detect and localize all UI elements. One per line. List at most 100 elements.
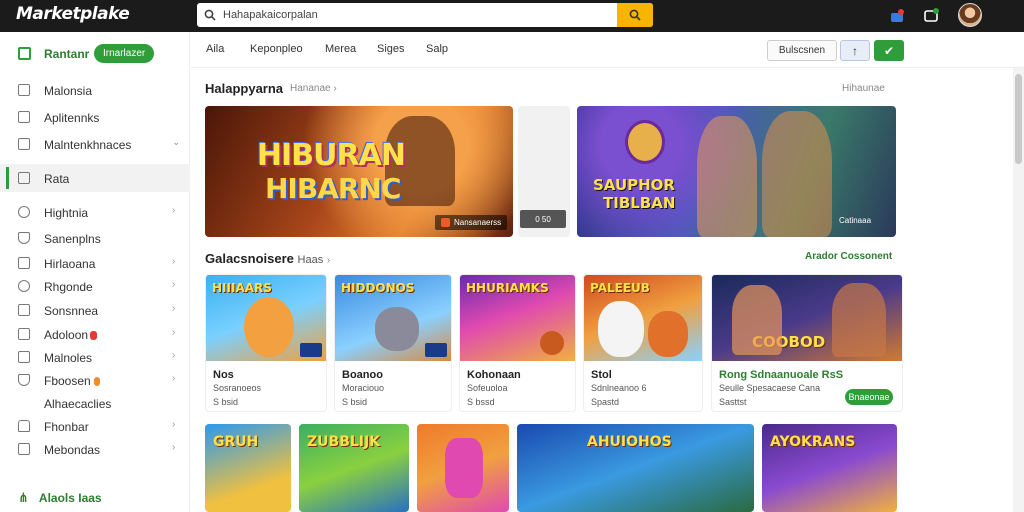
scrollbar-thumb[interactable] (1015, 74, 1022, 164)
sidebar-item[interactable]: Alhaecaclies (0, 392, 190, 414)
edit-icon (18, 328, 30, 340)
card-meta: Seulle Spesacaese Cana (719, 383, 821, 393)
sidebar-item[interactable]: Mebondas › (0, 438, 190, 460)
circle-icon (18, 206, 30, 218)
character-figure (375, 307, 419, 351)
card-thumbnail: COOBOD (712, 275, 902, 361)
message-icon[interactable] (920, 5, 942, 27)
sidebar-item[interactable]: Aplitennks (0, 106, 190, 128)
sidebar-item[interactable]: Rhgonde › (0, 275, 190, 297)
sidebar-item-active[interactable]: Rata (0, 164, 190, 192)
sidebar-item[interactable]: Hirlaoana › (0, 252, 190, 274)
tab-siges[interactable]: Siges (377, 43, 405, 55)
chevron-right-icon: › (172, 205, 176, 216)
card-title: Boanoo (342, 369, 383, 381)
tab-salp[interactable]: Salp (426, 43, 448, 55)
notification-icon[interactable] (886, 5, 908, 27)
search-bar[interactable] (197, 3, 653, 27)
scrollbar[interactable] (1013, 68, 1024, 512)
list-icon (18, 138, 30, 150)
avatar[interactable] (958, 3, 982, 27)
card-price: S bsid (213, 397, 239, 407)
product-card[interactable]: PALEEUB Stol Sdnlneanoo 6 Spastd (583, 274, 703, 412)
grid-icon (18, 443, 30, 455)
card-price: Spastd (591, 397, 620, 407)
sidebar-item[interactable]: Adoloon › (0, 323, 190, 345)
product-card[interactable]: COOBOD Rong Sdnaanuoale RsS Seulle Spesa… (711, 274, 903, 412)
product-card[interactable]: HIIIAARS Nos Sosranoeos S bsid (205, 274, 327, 412)
featured-banner[interactable]: HIBURAN HIBARNC Nansanaerss (205, 106, 513, 237)
confirm-button[interactable]: ✔ (874, 40, 904, 61)
tile-title: GRUH (213, 434, 259, 450)
game-tile[interactable]: ZUBBLIJK (299, 424, 409, 512)
character-figure (625, 120, 665, 164)
sidebar-item[interactable]: Malntenkhnaces ⌄ (0, 133, 190, 155)
section-subtitle[interactable]: Hananae › (290, 83, 337, 94)
sidebar-item[interactable]: Sanenplns (0, 227, 190, 249)
search-icon (197, 3, 223, 27)
character-figure (598, 301, 644, 357)
coin-icon (540, 331, 564, 355)
character-figure (832, 283, 886, 357)
card-meta: Sofeuoloa (467, 383, 508, 393)
sidebar-header-label: Rantanr (44, 47, 90, 61)
list-icon (18, 351, 30, 363)
sidebar-header-badge[interactable]: Irnarlazer (94, 44, 155, 63)
filter-dropdown[interactable]: Bulscsnen (767, 40, 837, 61)
chevron-right-icon: › (172, 303, 176, 314)
product-card[interactable]: HHURIAMKS Kohonaan Sofeuoloa S bssd (459, 274, 576, 412)
sidebar-item-label: Adoloon (44, 328, 98, 342)
card-title: Kohonaan (467, 369, 521, 381)
sidebar-item-label: Malntenkhnaces (44, 138, 132, 152)
tab-aila[interactable]: Aila (206, 43, 224, 55)
sidebar-item[interactable]: Fboosen › (0, 369, 190, 391)
document-icon (18, 111, 30, 123)
sidebar-item-label: Sanenplns (44, 232, 101, 246)
search-button[interactable] (617, 3, 653, 27)
sidebar-item[interactable]: Hightnia › (0, 201, 190, 223)
banner-title: SAUPHOR (593, 176, 675, 194)
game-tile[interactable] (417, 424, 509, 512)
banner-placeholder[interactable]: 0 50 (518, 106, 570, 237)
character-figure (445, 438, 483, 498)
tag-icon (18, 280, 30, 292)
top-bar: Marketplake (0, 0, 1024, 32)
sidebar-item[interactable]: Malonsia (0, 79, 190, 101)
tab-keponpleo[interactable]: Keponpleo (250, 43, 303, 55)
banner-subtitle: HIBARNC (265, 172, 401, 205)
sidebar-item-label: Fhonbar (44, 420, 89, 434)
search-input[interactable] (223, 3, 617, 27)
section-link[interactable]: Hihaunae (842, 83, 885, 94)
game-tile[interactable]: GRUH (205, 424, 291, 512)
sidebar-item[interactable]: Malnoles › (0, 346, 190, 368)
card-meta: Moraciouo (342, 383, 385, 393)
featured-banner[interactable]: SAUPHOR TIBLBAN Catinaaa (577, 106, 896, 237)
sidebar-item-label: Rata (44, 172, 70, 186)
sidebar-footer-label: Alaols Iaas (38, 491, 102, 505)
buy-button[interactable]: Bnaeonae (845, 389, 893, 405)
banner-caption: Catinaaa (839, 216, 872, 225)
sidebar-footer[interactable]: ⋔ Alaols Iaas (18, 490, 102, 506)
section-link[interactable]: Arador Cossonent (805, 251, 892, 262)
leaf-icon: ⋔ (18, 490, 29, 505)
card-price: S bsid (342, 397, 368, 407)
app-logo[interactable]: Marketplake (16, 4, 130, 24)
card-title: Rong Sdnaanuoale RsS (719, 369, 844, 381)
shield-icon (18, 232, 30, 244)
tile-title: AHUIOHOS (587, 434, 672, 450)
chevron-right-icon: › (172, 350, 176, 361)
card-thumbnail: HHURIAMKS (460, 275, 575, 361)
sidebar-item-label: Mebondas (44, 443, 101, 457)
character-figure (697, 116, 757, 237)
sidebar-header[interactable]: Rantanr Irnarlazer (0, 42, 190, 66)
table-icon (18, 257, 30, 269)
tab-merea[interactable]: Merea (325, 43, 356, 55)
sort-button[interactable]: ↑ (840, 40, 870, 61)
sidebar-item[interactable]: Fhonbar › (0, 415, 190, 437)
game-tile[interactable]: AHUIOHOS (517, 424, 754, 512)
product-card[interactable]: HIDDONOS Boanoo Moraciouo S bsid (334, 274, 452, 412)
sidebar-item[interactable]: Sonsnnea › (0, 299, 190, 321)
shield-icon (18, 374, 30, 386)
game-tile[interactable]: AYOKRANS (762, 424, 897, 512)
chevron-right-icon: › (172, 442, 176, 453)
